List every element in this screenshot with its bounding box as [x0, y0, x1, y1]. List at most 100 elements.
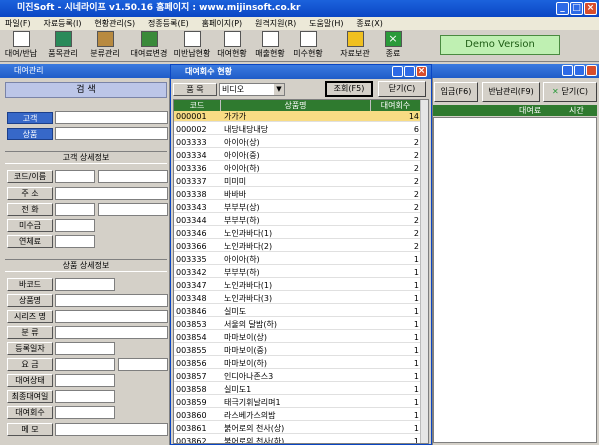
return-mgmt-button[interactable]: 반납관리(F9): [482, 82, 540, 102]
address-field[interactable]: [55, 187, 168, 200]
cell-rental-count: 2: [413, 190, 419, 199]
exit-button[interactable]: × 종료: [380, 31, 406, 61]
table-row[interactable]: 003862 붉어로의 천사(하) 1: [174, 436, 421, 443]
table-row[interactable]: 000001 가가가 14: [174, 111, 421, 122]
customer-button[interactable]: 고객: [7, 112, 53, 124]
product-name-field[interactable]: [55, 294, 168, 307]
product-button[interactable]: 상품: [7, 128, 53, 140]
cell-product-name: 아이아(하): [224, 164, 260, 173]
maximize-icon[interactable]: [574, 65, 585, 76]
unreturned-status-button[interactable]: 미반납현황: [172, 31, 212, 61]
table-row[interactable]: 003846 실미도 1: [174, 306, 421, 317]
barcode-field[interactable]: [55, 278, 115, 291]
sales-status-button[interactable]: 매출현황: [252, 31, 288, 61]
table-row[interactable]: 003857 인디아나존스3 1: [174, 371, 421, 382]
menu-data-entry[interactable]: 자료등록(I): [38, 17, 86, 30]
customer-name-field[interactable]: [98, 170, 168, 183]
last-rental-field[interactable]: [55, 390, 115, 403]
cell-product-name: 부부부(하): [224, 216, 260, 225]
rent-return-button[interactable]: 대여/반납: [2, 31, 40, 61]
table-row[interactable]: 003861 붉어로의 천사(상) 1: [174, 423, 421, 434]
customer-code-field[interactable]: [55, 170, 95, 183]
minimize-icon[interactable]: [562, 65, 573, 76]
cell-rental-count: 1: [413, 359, 419, 368]
table-row[interactable]: 003853 서울의 달밤(하) 1: [174, 319, 421, 330]
table-row[interactable]: 000002 내당내당내당 6: [174, 124, 421, 135]
table-row[interactable]: 003342 부부부(하) 1: [174, 267, 421, 278]
time-column: 시간: [569, 106, 584, 115]
product-mgmt-button[interactable]: 품목관리: [44, 31, 82, 61]
table-row[interactable]: 003860 라스베가스의밤 1: [174, 410, 421, 421]
table-row[interactable]: 003855 마마보이(중) 1: [174, 345, 421, 356]
chart-icon: [223, 31, 241, 47]
vertical-scrollbar[interactable]: [420, 100, 428, 443]
rental-status-button[interactable]: 대여현황: [214, 31, 250, 61]
memo-field[interactable]: [55, 423, 168, 436]
receivable-status-button[interactable]: 미수현황: [290, 31, 326, 61]
close-icon[interactable]: [586, 65, 597, 76]
table-row[interactable]: 003859 태극기휘날리며1 1: [174, 397, 421, 408]
table-row[interactable]: 003347 노인과바다(1) 1: [174, 280, 421, 291]
series-name-field[interactable]: [55, 310, 168, 323]
menu-settings[interactable]: 정종등록(E): [143, 17, 194, 30]
table-row[interactable]: 003337 미미미 2: [174, 176, 421, 187]
demo-version-badge: Demo Version: [440, 35, 560, 55]
table-row[interactable]: 003335 아이아(하) 1: [174, 254, 421, 265]
table-row[interactable]: 003366 노인과바다(2) 2: [174, 241, 421, 252]
chevron-down-icon[interactable]: ▼: [274, 84, 284, 95]
receivable-label: 미수금: [7, 219, 53, 232]
backup-button[interactable]: 자료보관: [336, 31, 374, 61]
table-row[interactable]: 003346 노인과바다(1) 2: [174, 228, 421, 239]
product-search-input[interactable]: [55, 127, 168, 140]
menu-homepage[interactable]: 홈페이지(P): [197, 17, 248, 30]
table-row[interactable]: 003344 부부부(하) 2: [174, 215, 421, 226]
maximize-icon[interactable]: [404, 66, 415, 77]
film-icon: [12, 31, 30, 47]
table-row[interactable]: 003858 실미도1 1: [174, 384, 421, 395]
minimize-icon[interactable]: _: [556, 2, 569, 15]
category-mgmt-button[interactable]: 분류관리: [86, 31, 124, 61]
menu-file[interactable]: 파일(F): [0, 17, 36, 30]
menu-exit[interactable]: 종료(X): [351, 17, 387, 30]
dialog-close-button[interactable]: 닫기(C): [378, 81, 426, 97]
receivable-field[interactable]: [55, 219, 95, 232]
maximize-icon[interactable]: □: [570, 2, 583, 15]
fee-change-button[interactable]: 대여료변경: [128, 31, 170, 61]
table-row[interactable]: 003336 아이아(하) 2: [174, 163, 421, 174]
phone2-field[interactable]: [98, 203, 168, 216]
chart-icon: [261, 31, 279, 47]
table-row[interactable]: 003348 노인과바다(3) 1: [174, 293, 421, 304]
table-row[interactable]: 003343 부부부(상) 2: [174, 202, 421, 213]
reg-date-field[interactable]: [55, 342, 115, 355]
table-row[interactable]: 003856 마마보이(하) 1: [174, 358, 421, 369]
search-button[interactable]: 조회(F5): [325, 81, 373, 97]
cell-product-name: 태극기휘날리며1: [224, 398, 281, 407]
right-close-button[interactable]: ✕ 닫기(C): [543, 82, 597, 102]
item-select[interactable]: 비디오 ▼: [219, 83, 285, 96]
cell-product-name: 노인과바다(1): [224, 281, 273, 290]
late-fee-field[interactable]: [55, 235, 95, 248]
late-fee-label: 연체료: [7, 235, 53, 248]
fee-field[interactable]: [55, 358, 115, 371]
rental-state-field[interactable]: [55, 374, 115, 387]
close-icon[interactable]: ×: [584, 2, 597, 15]
close-icon[interactable]: ×: [416, 66, 427, 77]
cell-code: 003853: [176, 320, 207, 329]
minimize-icon[interactable]: [392, 66, 403, 77]
menu-remote[interactable]: 원격지원(R): [250, 17, 301, 30]
cell-product-name: 노인과바다(1): [224, 229, 273, 238]
table-row[interactable]: 003333 아이아(상) 2: [174, 137, 421, 148]
phone-field[interactable]: [55, 203, 95, 216]
menu-status[interactable]: 현황관리(S): [89, 17, 140, 30]
column-code: 코드: [174, 100, 221, 111]
category-field[interactable]: [55, 326, 168, 339]
table-row[interactable]: 003854 마마보이(상) 1: [174, 332, 421, 343]
menu-help[interactable]: 도움말(H): [304, 17, 348, 30]
right-window-titlebar: [432, 64, 599, 78]
customer-search-input[interactable]: [55, 111, 168, 124]
table-row[interactable]: 003334 아이아(중) 2: [174, 150, 421, 161]
rental-count-field[interactable]: [55, 406, 115, 419]
fee2-field[interactable]: [118, 358, 168, 371]
deposit-button[interactable]: 입금(F6): [434, 82, 478, 102]
table-row[interactable]: 003338 바바바 2: [174, 189, 421, 200]
